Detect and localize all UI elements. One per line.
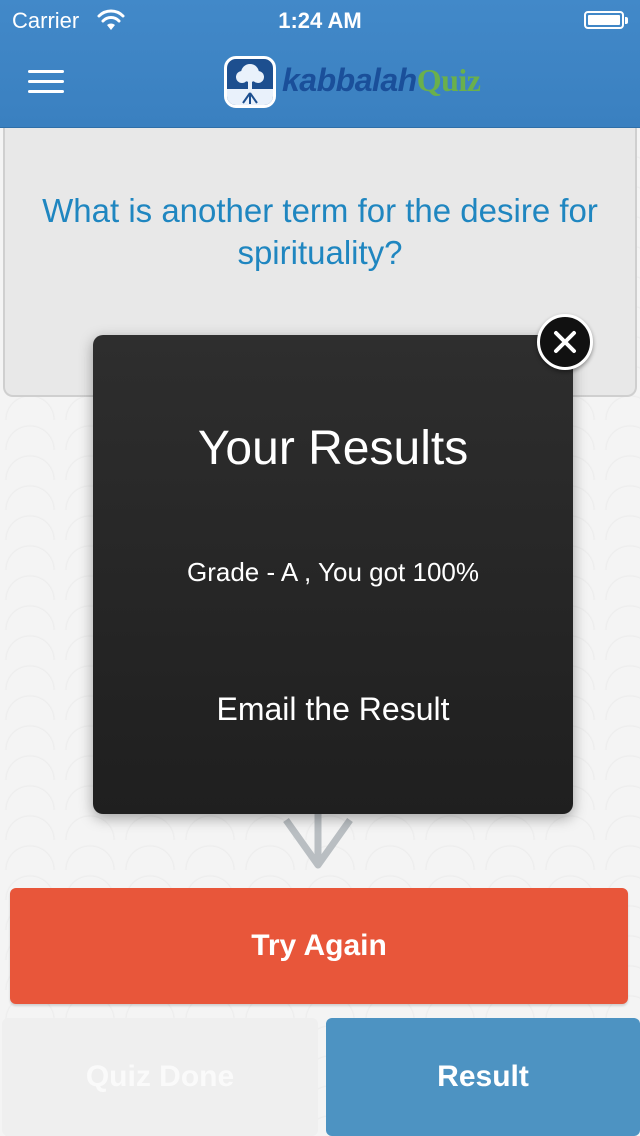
clock: 1:24 AM xyxy=(278,8,362,33)
app-logo: kabbalahQuiz xyxy=(224,56,514,108)
logo-wordmark: kabbalahQuiz xyxy=(282,62,481,98)
hamburger-menu-icon[interactable] xyxy=(28,70,64,98)
grade-text: Grade - A , You got 100% xyxy=(186,557,479,587)
quiz-done-button[interactable]: Quiz Done xyxy=(2,1018,318,1136)
top-bar: Carrier 1:24 AM kabbalahQuiz xyxy=(0,0,640,128)
result-button[interactable]: Result xyxy=(326,1018,640,1136)
tree-logo-icon xyxy=(224,56,276,108)
question-text: What is another term for the desire for … xyxy=(42,192,598,271)
email-result-button[interactable]: Email the Result xyxy=(153,691,513,728)
close-icon[interactable] xyxy=(537,314,593,370)
try-again-button[interactable]: Try Again xyxy=(10,888,628,1004)
results-popup: Your Results Grade - A , You got 100% Em… xyxy=(93,335,573,814)
status-bar: Carrier 1:24 AM xyxy=(0,0,640,40)
battery-icon xyxy=(584,11,628,29)
popup-title: Your Results xyxy=(197,422,469,475)
